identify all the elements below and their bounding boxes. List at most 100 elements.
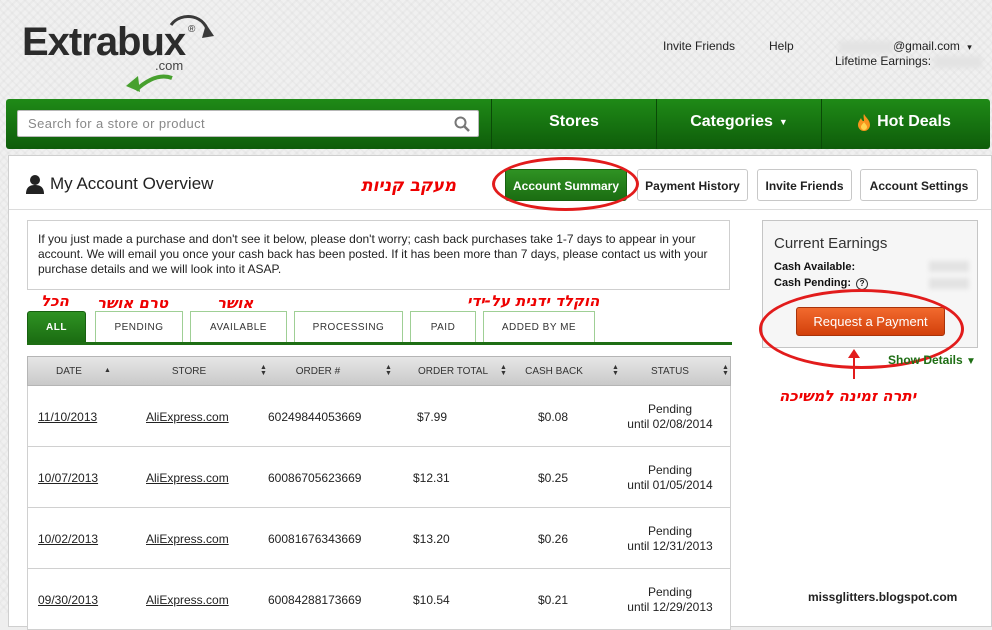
show-details-label: Show Details bbox=[888, 353, 963, 367]
order-cashback: $0.25 bbox=[538, 471, 569, 485]
order-status: Pending bbox=[647, 402, 693, 416]
tab-underline bbox=[27, 342, 732, 345]
cash-pending-redacted bbox=[929, 278, 969, 289]
order-number: 60086705623669 bbox=[268, 471, 362, 485]
logo-registered: ® bbox=[188, 24, 196, 35]
table-row: 11/10/2013 AliExpress.com 60249844053669… bbox=[27, 386, 731, 447]
tab-account-settings[interactable]: Account Settings bbox=[860, 169, 978, 201]
page-title: My Account Overview bbox=[50, 174, 214, 193]
info-notice: If you just made a purchase and don't se… bbox=[27, 220, 730, 290]
order-total: $13.20 bbox=[413, 532, 450, 546]
nav-hot-deals-label: Hot Deals bbox=[877, 113, 951, 130]
cash-available-label: Cash Available: bbox=[774, 261, 856, 273]
col-store[interactable]: STORE bbox=[128, 357, 250, 387]
col-status[interactable]: STATUS bbox=[620, 357, 720, 387]
annotation-pending: טרם אושר bbox=[97, 294, 169, 312]
filter-tab-added-by-me[interactable]: ADDED BY ME bbox=[483, 311, 595, 342]
search-icon[interactable] bbox=[454, 116, 470, 132]
show-details-link[interactable]: Show Details ▼ bbox=[888, 353, 976, 367]
order-status-until: until 12/31/2013 bbox=[627, 539, 713, 553]
account-email[interactable]: @gmail.com ▾ bbox=[839, 39, 972, 53]
order-status-until: until 12/29/2013 bbox=[627, 600, 713, 614]
filter-tab-pending[interactable]: PENDING bbox=[95, 311, 183, 342]
annotation-purchase-tracking: מעקב קניות bbox=[361, 176, 457, 196]
email-redacted bbox=[839, 40, 893, 53]
search-box bbox=[17, 110, 479, 137]
order-total: $10.54 bbox=[413, 593, 450, 607]
annotation-arrow-icon bbox=[848, 349, 860, 379]
order-status-until: until 02/08/2014 bbox=[627, 417, 713, 431]
main-navbar: Stores Categories ▼ Hot Deals bbox=[6, 99, 990, 149]
tab-invite-friends[interactable]: Invite Friends bbox=[757, 169, 852, 201]
cash-pending-row: Cash Pending: ? bbox=[774, 277, 869, 290]
logo-domain: .com bbox=[155, 58, 184, 73]
user-icon bbox=[26, 175, 44, 194]
flame-icon bbox=[858, 113, 871, 131]
lifetime-earnings-label: Lifetime Earnings: bbox=[835, 54, 932, 68]
order-status: Pending bbox=[647, 585, 693, 599]
header-invite-friends-link[interactable]: Invite Friends bbox=[663, 39, 735, 53]
order-total: $7.99 bbox=[417, 410, 448, 424]
annotation-approved: אושר bbox=[217, 294, 254, 312]
nav-categories[interactable]: Categories ▼ bbox=[656, 99, 821, 149]
order-number: 60249844053669 bbox=[268, 410, 362, 424]
col-date[interactable]: DATE bbox=[28, 357, 110, 387]
order-status-until: until 01/05/2014 bbox=[627, 478, 713, 492]
order-status: Pending bbox=[647, 524, 693, 538]
order-number: 60084288173669 bbox=[268, 593, 362, 607]
nav-stores[interactable]: Stores bbox=[491, 99, 656, 149]
tab-payment-history[interactable]: Payment History bbox=[637, 169, 748, 201]
filter-tab-processing[interactable]: PROCESSING bbox=[294, 311, 403, 342]
lifetime-earnings: Lifetime Earnings: bbox=[835, 54, 983, 68]
annotation-manual: הוקלד ידנית על-ידי bbox=[467, 292, 600, 310]
search-input[interactable] bbox=[18, 111, 458, 136]
header-help-link[interactable]: Help bbox=[769, 39, 794, 53]
order-date-link[interactable]: 11/10/2013 bbox=[38, 410, 97, 424]
col-cash-back[interactable]: CASH BACK bbox=[508, 357, 600, 387]
filter-tab-paid[interactable]: PAID bbox=[410, 311, 476, 342]
table-header: DATE ▲ STORE ▲ ▼ ORDER # ▲ ▼ ORDER TOTAL ▲… bbox=[27, 356, 731, 386]
order-number: 60081676343669 bbox=[268, 532, 362, 546]
sort-icon[interactable]: ▲ ▼ bbox=[722, 364, 729, 377]
triangle-down-icon: ▼ bbox=[966, 356, 976, 367]
sort-icon[interactable]: ▲ ▼ bbox=[500, 364, 507, 377]
col-order-number[interactable]: ORDER # bbox=[268, 357, 368, 387]
order-cashback: $0.21 bbox=[538, 593, 569, 607]
lifetime-earnings-redacted bbox=[934, 55, 983, 68]
order-cashback: $0.08 bbox=[538, 410, 569, 424]
cash-pending-label: Cash Pending: bbox=[774, 277, 852, 289]
order-store-link[interactable]: AliExpress.com bbox=[146, 410, 229, 424]
order-date-link[interactable]: 10/02/2013 bbox=[38, 532, 98, 546]
order-status: Pending bbox=[647, 463, 693, 477]
order-date-link[interactable]: 10/07/2013 bbox=[38, 471, 98, 485]
annotation-all: הכל bbox=[41, 292, 69, 310]
cash-available-redacted bbox=[929, 261, 969, 272]
nav-categories-label: Categories bbox=[690, 113, 773, 131]
filter-tab-all[interactable]: ALL bbox=[27, 311, 86, 342]
order-store-link[interactable]: AliExpress.com bbox=[146, 532, 229, 546]
extrabux-logo[interactable]: Extrabux .com ® bbox=[22, 15, 214, 92]
order-date-link[interactable]: 09/30/2013 bbox=[38, 593, 98, 607]
blog-credit: missglitters.blogspot.com bbox=[808, 590, 958, 604]
caret-down-icon: ▼ bbox=[778, 117, 788, 127]
order-store-link[interactable]: AliExpress.com bbox=[146, 593, 229, 607]
col-order-total[interactable]: ORDER TOTAL bbox=[388, 357, 518, 387]
annotation-circle-summary bbox=[492, 157, 639, 211]
email-domain: @gmail.com bbox=[893, 39, 960, 53]
nav-hot-deals[interactable]: Hot Deals bbox=[821, 99, 986, 149]
order-total: $12.31 bbox=[413, 471, 450, 485]
order-store-link[interactable]: AliExpress.com bbox=[146, 471, 229, 485]
table-row: 10/07/2013 AliExpress.com 60086705623669… bbox=[27, 447, 731, 508]
account-header: My Account Overview מעקב קניות Account S… bbox=[9, 156, 991, 211]
sort-asc-icon[interactable]: ▲ bbox=[104, 367, 111, 374]
earnings-title: Current Earnings bbox=[774, 235, 888, 252]
order-cashback: $0.26 bbox=[538, 532, 569, 546]
account-panel: My Account Overview מעקב קניות Account S… bbox=[8, 155, 992, 630]
sort-icon[interactable]: ▲ ▼ bbox=[260, 364, 267, 377]
nav-stores-label: Stores bbox=[549, 113, 599, 130]
filter-tab-available[interactable]: AVAILABLE bbox=[190, 311, 287, 342]
table-row: 09/30/2013 AliExpress.com 60084288173669… bbox=[27, 569, 731, 630]
annotation-balance: יתרה זמינה למשיכה bbox=[779, 387, 917, 405]
chevron-down-icon: ▾ bbox=[967, 42, 972, 52]
sort-icon[interactable]: ▲ ▼ bbox=[612, 364, 619, 377]
